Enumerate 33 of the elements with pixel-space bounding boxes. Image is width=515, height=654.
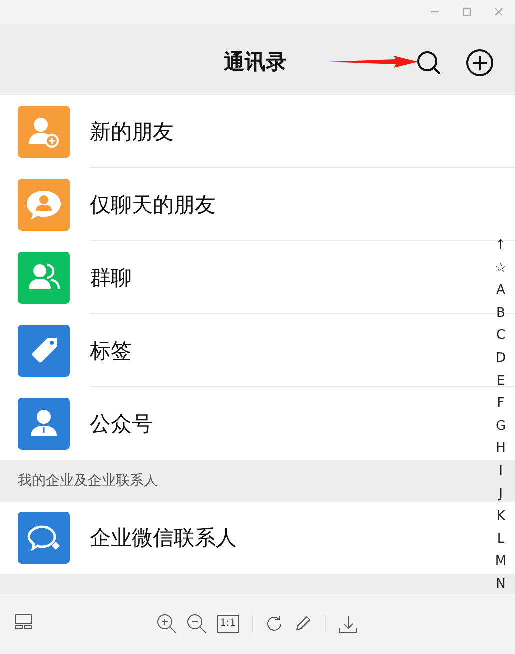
item-label: 新的朋友 bbox=[90, 118, 174, 146]
index-letter[interactable]: N bbox=[496, 574, 506, 596]
index-letter[interactable]: C bbox=[496, 325, 506, 348]
item-label: 企业微信联系人 bbox=[90, 525, 237, 552]
index-letter[interactable]: M bbox=[495, 551, 507, 574]
add-icon[interactable] bbox=[466, 49, 494, 77]
index-letter[interactable]: B bbox=[496, 302, 506, 326]
layout-icon[interactable] bbox=[15, 614, 32, 629]
index-letter[interactable]: L bbox=[497, 528, 505, 552]
index-letter[interactable]: ☆ bbox=[495, 258, 507, 280]
index-letter[interactable]: A bbox=[496, 280, 506, 303]
index-letter[interactable]: F bbox=[497, 393, 505, 416]
rotate-icon[interactable] bbox=[266, 615, 284, 633]
index-letter[interactable]: I bbox=[499, 460, 503, 484]
index-letter[interactable]: K bbox=[496, 506, 506, 529]
item-label: 群聊 bbox=[90, 264, 132, 292]
pencil-icon[interactable] bbox=[294, 615, 312, 633]
item-label: 标签 bbox=[90, 338, 132, 364]
index-letter[interactable]: H bbox=[496, 438, 506, 461]
index-letter[interactable]: ↑ bbox=[496, 235, 506, 258]
index-letter[interactable]: J bbox=[499, 484, 503, 506]
index-letter[interactable]: E bbox=[496, 370, 506, 394]
zoom-out-icon[interactable] bbox=[187, 614, 207, 634]
section-title: 我的企业及企业联系人 bbox=[18, 472, 158, 490]
item-label: 仅聊天的朋友 bbox=[90, 192, 216, 218]
search-icon[interactable] bbox=[416, 50, 442, 76]
actual-size-button[interactable]: 1:1 bbox=[217, 615, 240, 633]
index-letter[interactable]: D bbox=[496, 348, 506, 371]
index-letter[interactable]: G bbox=[496, 416, 506, 438]
page-title: 通讯录 bbox=[224, 49, 287, 76]
item-label: 公众号 bbox=[90, 410, 153, 438]
download-icon[interactable] bbox=[339, 614, 358, 634]
zoom-in-icon[interactable] bbox=[157, 614, 177, 634]
